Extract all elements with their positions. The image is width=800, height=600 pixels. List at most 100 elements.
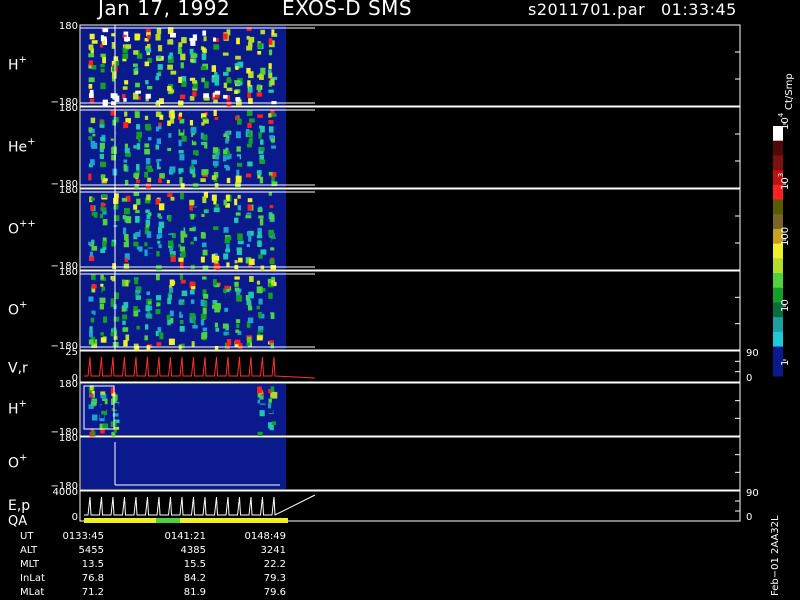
orbit-value: 79.3 bbox=[263, 573, 286, 584]
spectrogram-cell bbox=[147, 248, 154, 254]
spectrogram-cell bbox=[268, 113, 272, 118]
spectrogram-cell bbox=[158, 203, 165, 211]
spectrogram-cell bbox=[158, 122, 162, 126]
spectrogram-cell bbox=[124, 147, 130, 153]
spectrogram-cell bbox=[146, 85, 153, 90]
spectrogram-cell bbox=[169, 247, 173, 252]
qa-bar bbox=[240, 518, 252, 523]
spectrogram-cell bbox=[215, 74, 220, 82]
spectrogram-cell bbox=[212, 300, 218, 304]
spectrogram-cell bbox=[215, 303, 221, 310]
spectrogram-cell bbox=[214, 116, 219, 121]
spectrogram-cell bbox=[135, 82, 140, 88]
orbit-value: 15.5 bbox=[183, 559, 206, 570]
spectrogram-cell bbox=[155, 264, 162, 271]
colorbar-tick-label: 100 bbox=[780, 227, 791, 246]
spectrogram-cell bbox=[157, 64, 163, 70]
spectrogram-cell bbox=[202, 276, 207, 280]
spectrogram-cell bbox=[125, 334, 130, 341]
spectrogram-cell bbox=[237, 233, 243, 241]
spectrogram-cell bbox=[245, 128, 250, 134]
spectrogram-cell bbox=[145, 209, 150, 214]
spectrogram-cell bbox=[247, 161, 253, 167]
spectrogram-cell bbox=[226, 67, 231, 72]
spectrogram-cell bbox=[246, 231, 251, 236]
spectrogram-cell bbox=[214, 124, 220, 131]
spectrogram-cell bbox=[123, 122, 129, 129]
spectrogram-cell bbox=[200, 299, 205, 306]
spectrogram-cell bbox=[270, 113, 277, 117]
orbit-row-label: UT bbox=[20, 531, 34, 542]
spectrogram-cell bbox=[202, 249, 208, 256]
spectrogram-cell bbox=[169, 52, 173, 56]
spectrogram-cell bbox=[235, 329, 240, 333]
spectrogram-cell bbox=[88, 221, 92, 227]
spectrogram-cell bbox=[225, 248, 230, 253]
spectrogram-cell bbox=[155, 309, 161, 315]
spectrogram-cell bbox=[256, 335, 263, 341]
spectrogram-cell bbox=[111, 72, 117, 79]
spectrogram-cell bbox=[177, 47, 182, 55]
spectrogram-cell bbox=[190, 58, 195, 63]
spectrogram-cell bbox=[234, 198, 238, 206]
spectrogram-cell bbox=[168, 215, 172, 222]
spectrogram-cell bbox=[136, 124, 141, 130]
spectrogram-cell bbox=[135, 90, 141, 94]
spectrogram-cell bbox=[202, 119, 209, 124]
spectrogram-cell bbox=[202, 30, 207, 36]
spectrogram-cell bbox=[147, 137, 152, 141]
spectrogram-cell bbox=[181, 290, 188, 297]
spectrogram-cell bbox=[135, 210, 140, 214]
spectrogram-cell bbox=[178, 257, 184, 262]
colorbar-tick-label: 103 bbox=[777, 173, 791, 190]
spectrogram-cell bbox=[236, 323, 240, 328]
spectrogram-cell bbox=[168, 55, 172, 60]
spectrogram-cell bbox=[167, 120, 171, 126]
spectrogram-cell bbox=[158, 215, 163, 219]
spectrogram-cell bbox=[133, 173, 140, 178]
spectrogram-cell bbox=[179, 112, 183, 117]
spectrogram-cell bbox=[91, 245, 98, 251]
spectrogram-cell bbox=[235, 97, 241, 102]
spectrogram-cell bbox=[89, 33, 95, 40]
spectrogram-cell bbox=[226, 339, 232, 346]
spectrogram-cell bbox=[213, 262, 220, 270]
spectrogram-cell bbox=[211, 65, 217, 72]
spectrogram-cell bbox=[270, 393, 275, 398]
spectrogram-cell bbox=[100, 207, 107, 212]
spectrogram-cell bbox=[88, 173, 92, 181]
spectrogram-cell bbox=[145, 183, 151, 189]
spectrogram-cell bbox=[257, 393, 262, 398]
panel-label: O+ bbox=[8, 300, 27, 319]
spectrogram-cell bbox=[91, 136, 97, 141]
spectrogram-cell bbox=[258, 298, 263, 305]
spectrogram-cell bbox=[110, 93, 115, 99]
spectrogram-cell bbox=[179, 154, 185, 161]
spectrogram-cell bbox=[144, 148, 150, 155]
spectrogram-cell bbox=[235, 212, 241, 216]
spectrogram-cell bbox=[178, 213, 183, 220]
spectrogram-cell bbox=[136, 131, 143, 138]
spectrogram-cell bbox=[144, 171, 149, 178]
spectrogram-cell bbox=[100, 405, 107, 411]
spectrogram-cell bbox=[269, 306, 276, 313]
spectrogram-cell bbox=[268, 398, 272, 403]
spectrogram-cell bbox=[100, 414, 105, 419]
spectrogram-cell bbox=[268, 89, 274, 93]
spectrogram-cell bbox=[211, 175, 217, 180]
spectrogram-cell bbox=[155, 295, 162, 301]
spectrogram-cell bbox=[124, 37, 130, 42]
spectrogram-cell bbox=[159, 161, 165, 167]
spectrogram-cell bbox=[236, 295, 242, 302]
spectrogram-cell bbox=[247, 336, 252, 343]
spectrogram-cell bbox=[100, 337, 107, 343]
spectrogram-cell bbox=[180, 128, 184, 133]
spectrogram-cell bbox=[124, 258, 129, 262]
spectrogram-cell bbox=[90, 117, 96, 124]
spectrogram-cell bbox=[203, 36, 207, 42]
spectrogram-cell bbox=[259, 218, 264, 226]
spectrogram-cell bbox=[258, 325, 264, 330]
spectrogram-cell bbox=[189, 235, 194, 242]
spectrogram-cell bbox=[89, 251, 93, 257]
orbit-value: 81.9 bbox=[183, 587, 206, 598]
